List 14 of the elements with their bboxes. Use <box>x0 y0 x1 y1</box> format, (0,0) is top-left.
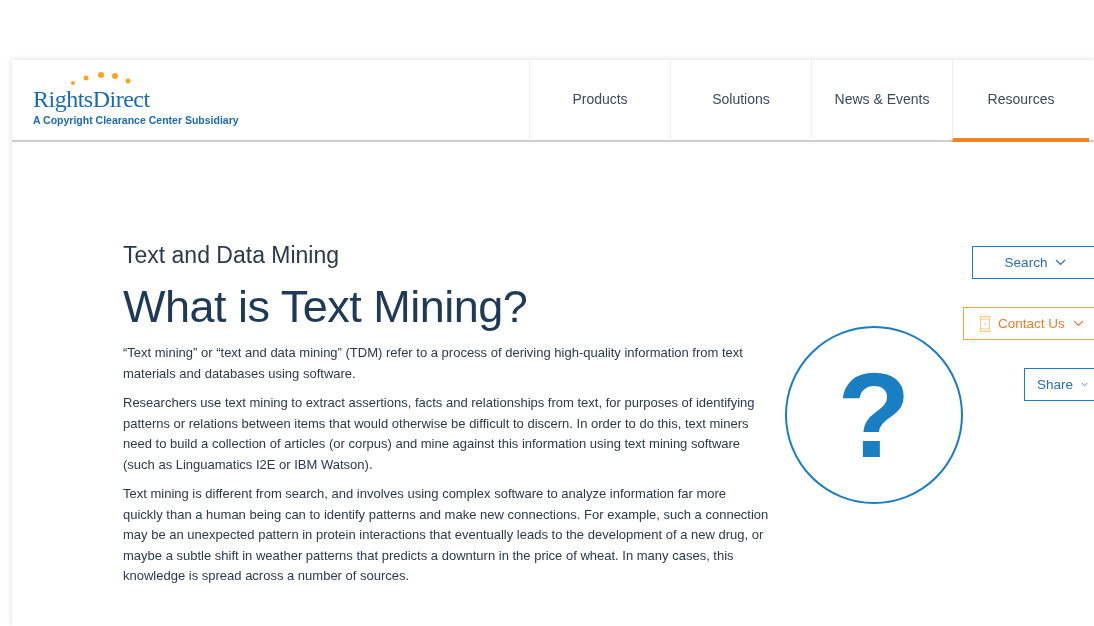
nav-tab[interactable]: Solutions <box>670 60 811 142</box>
nav-tab[interactable]: News & Events <box>811 60 952 142</box>
dropdown-button[interactable]: Search <box>972 246 1094 279</box>
nav-tab[interactable]: Resources <box>952 60 1089 142</box>
body-paragraph: Researchers use text mining to extract assertions, facts and relationships from text, for purposes of identifying patterns or relations between items that would otherwise be difficult to discern. In order to do this, text miners need to build a collection of articles (or corpus) and mine against this information using text mining software (such as Linguamatics I2E or IBM Watson). <box>123 394 756 474</box>
dropdown-button[interactable]: Share <box>1024 368 1094 401</box>
body-paragraph: “Text mining” or “text and data mining” (TDM) refer to a process of deriving high-quality information from text materials and databases using software. <box>123 344 744 383</box>
logo-tagline: A Copyright Clearance Center Subsidiary <box>33 114 239 126</box>
section-heading: Text and Data Mining <box>123 242 340 269</box>
body-paragraph: Text mining is different from search, and involves using complex software to analyze information far more quickly than a human being can to identify patterns and make new connections. For example, such a connection may be an unexpected pattern in protein interactions that eventually leads to the development of a new drug, or maybe a subtle shift in weather patterns that predicts a downturn in the price of wheat. In many cases, this knowledge is spread across a number of sources. <box>123 485 769 585</box>
logo-wordmark[interactable]: RightsDirect <box>33 86 150 112</box>
question-circle-illustration: ? <box>785 326 963 504</box>
page-title: What is Text Mining? <box>123 281 528 333</box>
nav-tab[interactable]: Products <box>529 60 670 142</box>
